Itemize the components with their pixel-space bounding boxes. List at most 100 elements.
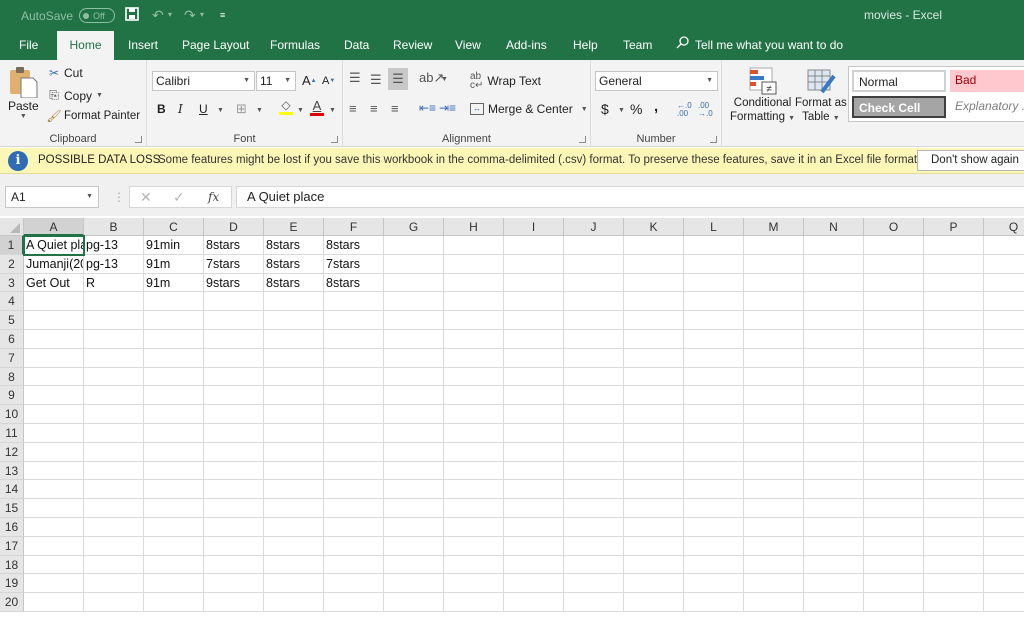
tab-data[interactable]: Data — [334, 31, 379, 60]
cell-m12[interactable] — [744, 442, 804, 462]
alignment-launcher-icon[interactable] — [579, 136, 586, 143]
cell-l1[interactable] — [684, 236, 744, 255]
cell-q7[interactable] — [984, 349, 1024, 368]
cell-d19[interactable] — [204, 574, 264, 594]
cell-j15[interactable] — [564, 499, 624, 518]
cell-b1[interactable]: pg-13 — [84, 236, 144, 255]
cell-f6[interactable] — [324, 330, 384, 349]
cell-q9[interactable] — [984, 386, 1024, 406]
cell-f16[interactable] — [324, 518, 384, 537]
cancel-icon[interactable]: ✕ — [140, 189, 152, 206]
cell-d20[interactable] — [204, 593, 264, 612]
cell-g6[interactable] — [384, 330, 444, 349]
fill-color-button[interactable]: ◇ — [279, 98, 293, 115]
cell-a1[interactable]: A Quiet place — [23, 235, 85, 256]
cell-n7[interactable] — [804, 348, 864, 368]
cell-q3[interactable] — [984, 274, 1024, 293]
cell-l6[interactable] — [684, 330, 744, 349]
cell-h20[interactable] — [444, 593, 504, 612]
cell-h13[interactable] — [444, 461, 504, 481]
cell-b18[interactable] — [84, 555, 144, 575]
cell-c19[interactable] — [144, 574, 204, 594]
column-header-k[interactable]: K — [624, 218, 684, 236]
cell-c6[interactable] — [144, 330, 204, 349]
cell-e14[interactable] — [264, 480, 324, 500]
cell-l7[interactable] — [684, 348, 744, 368]
merge-center-button[interactable]: ↔ Merge & Center ▼ — [470, 102, 588, 116]
cell-i20[interactable] — [504, 593, 564, 612]
cell-n8[interactable] — [804, 367, 864, 387]
cell-b11[interactable] — [84, 424, 144, 443]
column-header-o[interactable]: O — [864, 218, 924, 236]
row-header-15[interactable]: 15 — [0, 499, 24, 518]
tab-help[interactable]: Help — [563, 31, 608, 60]
cell-k5[interactable] — [624, 311, 684, 330]
cell-d10[interactable] — [204, 405, 264, 424]
cell-i17[interactable] — [504, 536, 564, 556]
wrap-text-button[interactable]: ab c↵ Wrap Text — [470, 72, 541, 91]
cell-j8[interactable] — [564, 367, 624, 387]
cell-l3[interactable] — [684, 273, 744, 293]
cell-k10[interactable] — [624, 405, 684, 424]
cell-i19[interactable] — [504, 574, 564, 594]
cell-h3[interactable] — [444, 273, 504, 293]
cell-b14[interactable] — [84, 480, 144, 500]
cell-f9[interactable] — [324, 386, 384, 406]
cell-b15[interactable] — [84, 499, 144, 518]
cell-l20[interactable] — [684, 593, 744, 612]
cell-i9[interactable] — [504, 386, 564, 406]
cell-q16[interactable] — [984, 518, 1024, 537]
format-painter-button[interactable]: 🖌 Format Painter — [46, 109, 140, 123]
cell-c4[interactable] — [144, 292, 204, 312]
cell-l11[interactable] — [684, 424, 744, 443]
chevron-down-icon[interactable]: ▼ — [86, 187, 93, 207]
cell-c12[interactable] — [144, 442, 204, 462]
style-normal[interactable]: Normal — [852, 70, 946, 92]
cell-i12[interactable] — [504, 442, 564, 462]
cell-q20[interactable] — [984, 593, 1024, 612]
cell-k15[interactable] — [624, 499, 684, 518]
cell-d16[interactable] — [204, 518, 264, 537]
tab-add-ins[interactable]: Add-ins — [496, 31, 557, 60]
row-header-19[interactable]: 19 — [0, 574, 24, 594]
cell-n2[interactable] — [804, 254, 864, 274]
row-header-13[interactable]: 13 — [0, 461, 24, 481]
row-header-4[interactable]: 4 — [0, 292, 24, 312]
cell-l14[interactable] — [684, 480, 744, 500]
column-header-d[interactable]: D — [204, 218, 264, 236]
cell-m10[interactable] — [744, 405, 804, 424]
cell-f12[interactable] — [324, 442, 384, 462]
cell-d15[interactable] — [204, 499, 264, 518]
cell-l4[interactable] — [684, 292, 744, 312]
cell-p7[interactable] — [924, 348, 984, 368]
cell-n12[interactable] — [804, 442, 864, 462]
cell-k20[interactable] — [624, 593, 684, 612]
number-format-select[interactable]: General ▼ — [595, 71, 718, 91]
cell-d11[interactable] — [204, 424, 264, 443]
undo-dropdown-icon[interactable]: ▾ — [168, 7, 172, 23]
cell-i5[interactable] — [504, 311, 564, 330]
row-header-1[interactable]: 1 — [0, 236, 24, 255]
cell-d1[interactable]: 8stars — [204, 236, 264, 255]
merge-dropdown-icon[interactable]: ▼ — [581, 106, 588, 113]
cell-o2[interactable] — [864, 254, 924, 274]
cell-e12[interactable] — [264, 442, 324, 462]
cell-c1[interactable]: 91min — [144, 236, 204, 255]
font-name-select[interactable]: Calibri ▼ — [152, 71, 255, 91]
cell-h9[interactable] — [444, 386, 504, 406]
cell-j5[interactable] — [564, 311, 624, 330]
cell-b10[interactable] — [84, 405, 144, 424]
cell-p12[interactable] — [924, 442, 984, 462]
cell-h17[interactable] — [444, 536, 504, 556]
cell-n9[interactable] — [804, 386, 864, 406]
cell-e9[interactable] — [264, 386, 324, 406]
cell-f7[interactable] — [324, 348, 384, 368]
name-box[interactable]: A1 ▼ — [5, 186, 99, 208]
copy-dropdown-icon[interactable]: ▼ — [96, 92, 103, 99]
cell-l5[interactable] — [684, 311, 744, 330]
cell-k3[interactable] — [624, 273, 684, 293]
cell-j9[interactable] — [564, 386, 624, 406]
cell-o16[interactable] — [864, 518, 924, 537]
cell-n6[interactable] — [804, 330, 864, 349]
cell-d4[interactable] — [204, 292, 264, 312]
